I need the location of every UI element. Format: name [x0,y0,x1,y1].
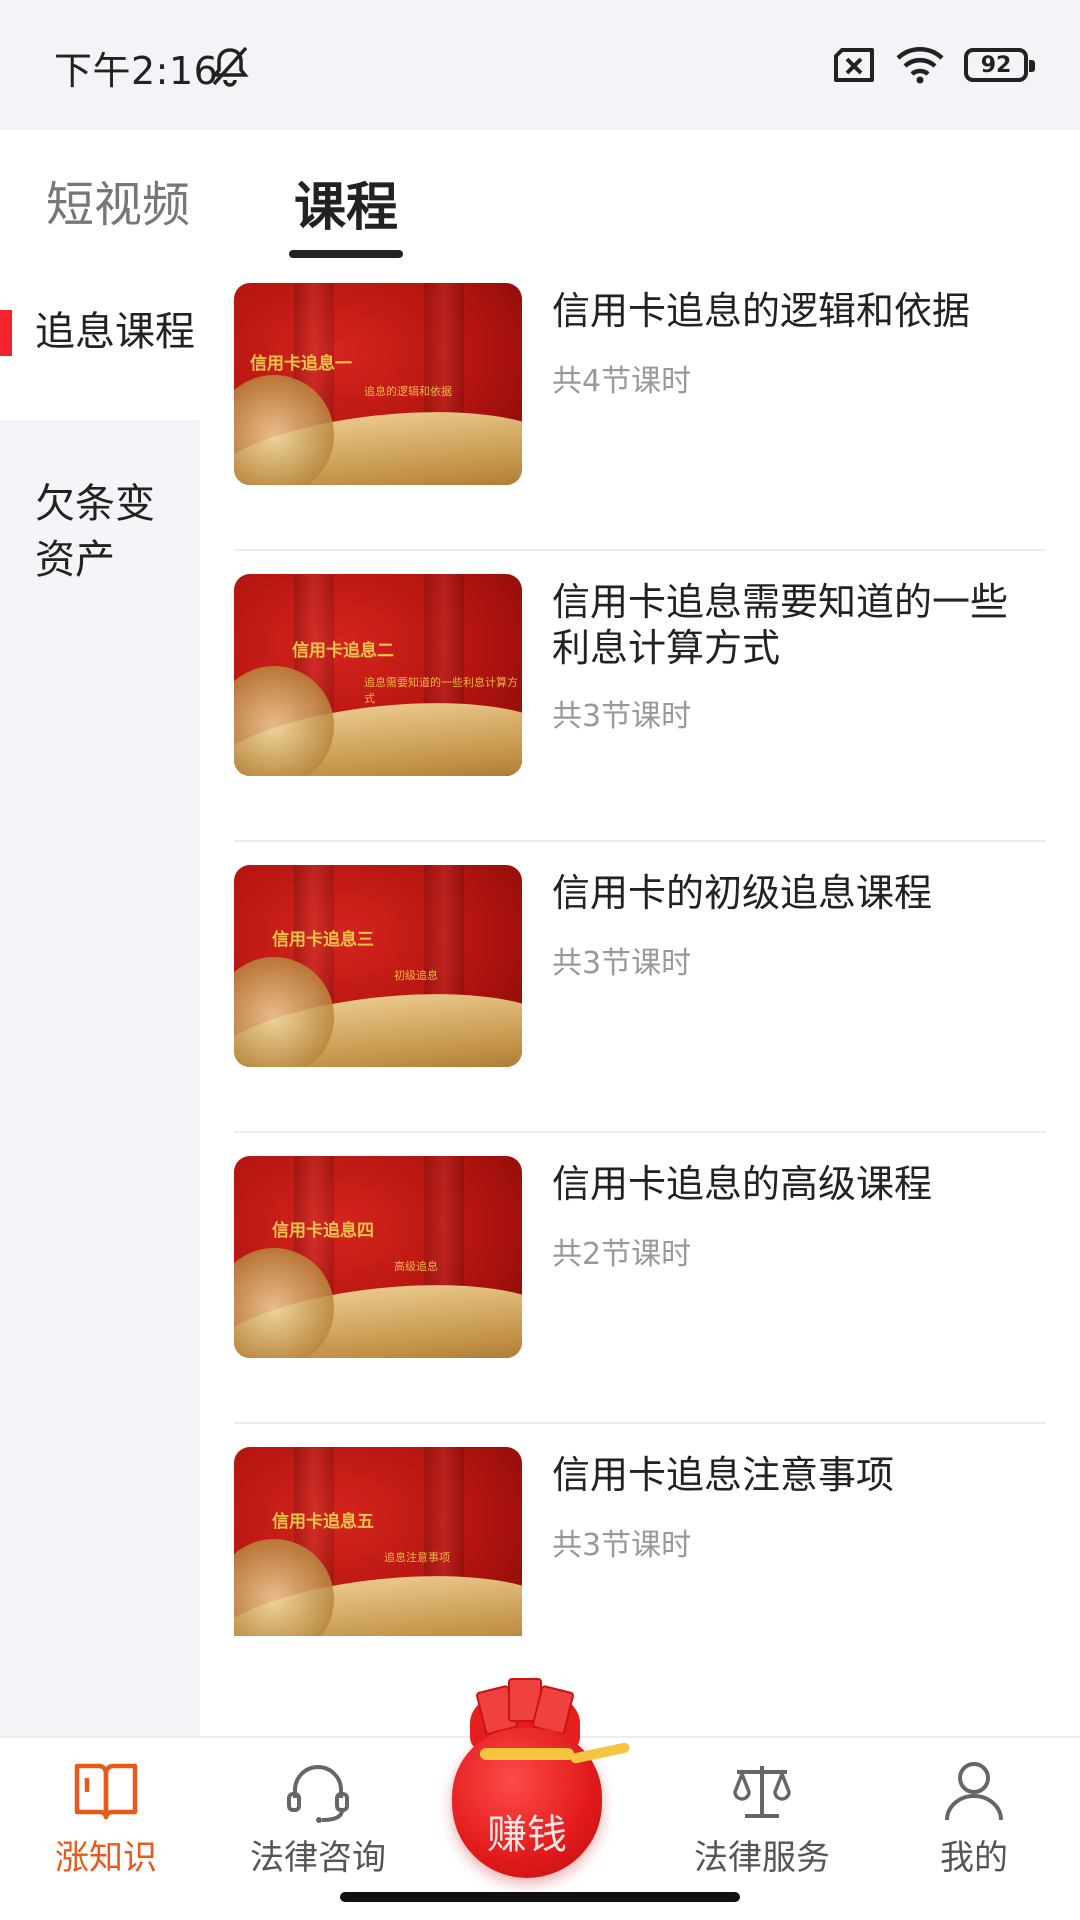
nav-label: 法律服务 [694,1838,830,1878]
earn-money-button[interactable]: 赚钱 [440,1678,640,1898]
thumbnail-subtitle: 初级追息 [394,969,438,982]
course-thumbnail: 信用卡追息三 初级追息 [234,865,522,1067]
course-thumbnail: 信用卡追息二 追息需要知道的一些利息计算方式 [234,574,522,776]
sidebar-item-interest-course[interactable]: 追息课程 [0,260,200,420]
course-lessons: 共3节课时 [552,946,692,981]
thumbnail-title: 信用卡追息五 [272,1512,374,1532]
course-thumbnail: 信用卡追息五 追息注意事项 [234,1447,522,1636]
active-marker [0,310,12,356]
course-item[interactable]: 信用卡追息五 追息注意事项 信用卡追息注意事项 共3节课时 [234,1424,1046,1636]
course-thumbnail: 信用卡追息四 高级追息 [234,1156,522,1358]
thumbnail-title: 信用卡追息二 [292,641,394,661]
sidebar-item-label: 追息课程 [35,309,195,355]
course-lessons: 共4节课时 [552,364,692,399]
sidebar-item-iou-asset[interactable]: 欠条变资产 [0,420,200,600]
nav-label: 我的 [940,1838,1008,1878]
thumbnail-title: 信用卡追息三 [272,930,374,950]
status-time: 下午2:16 [54,49,219,93]
sim-icon [834,48,874,82]
book-icon [74,1763,138,1820]
category-sidebar: 追息课程 欠条变资产 [0,260,200,1736]
nav-legal-service[interactable]: 法律服务 [672,1738,852,1888]
course-lessons: 共3节课时 [552,699,692,734]
thumbnail-subtitle: 追息需要知道的一些利息计算方式 [364,676,518,705]
thumbnail-title: 信用卡追息四 [272,1221,374,1241]
wifi-icon [896,47,944,84]
course-title: 信用卡追息需要知道的一些利息计算方式 [552,580,1009,670]
nav-label: 法律咨询 [250,1838,386,1878]
thumbnail-subtitle: 追息的逻辑和依据 [364,385,452,398]
course-item[interactable]: 信用卡追息三 初级追息 信用卡的初级追息课程 共3节课时 [234,842,1046,1133]
course-lessons: 共2节课时 [552,1237,692,1272]
battery-icon: 92 [964,48,1035,82]
course-title: 信用卡追息的高级课程 [552,1162,933,1206]
course-item[interactable]: 信用卡追息四 高级追息 信用卡追息的高级课程 共2节课时 [234,1133,1046,1424]
tab-short-video[interactable]: 短视频 [46,165,190,235]
nav-mine[interactable]: 我的 [884,1738,1064,1888]
course-item[interactable]: 信用卡追息一 追息的逻辑和依据 信用卡追息的逻辑和依据 共4节课时 [234,260,1046,551]
status-icons: 92 [832,46,1035,84]
scale-icon [733,1766,791,1818]
home-indicator[interactable] [340,1892,740,1902]
thumbnail-title: 信用卡追息一 [250,354,352,374]
nav-legal-consult[interactable]: 法律咨询 [228,1738,408,1888]
battery-level: 92 [980,52,1012,78]
top-tabs: 短视频 课程 [0,130,1080,260]
nav-knowledge[interactable]: 涨知识 [16,1738,196,1888]
course-lessons: 共3节课时 [552,1528,692,1563]
tab-courses[interactable]: 课程 [294,165,398,240]
course-title: 信用卡的初级追息课程 [552,871,933,915]
course-thumbnail: 信用卡追息一 追息的逻辑和依据 [234,283,522,485]
sidebar-item-label: 欠条变资产 [35,481,155,583]
nav-label: 涨知识 [55,1838,157,1878]
mute-icon [211,46,249,87]
thumbnail-subtitle: 追息注意事项 [384,1551,450,1564]
course-title: 信用卡追息注意事项 [552,1453,895,1497]
earn-label: 赚钱 [487,1812,567,1858]
status-bar: 下午2:16 92 [0,0,1080,130]
headset-icon [287,1765,349,1823]
user-icon [945,1762,1003,1821]
course-list: 信用卡追息一 追息的逻辑和依据 信用卡追息的逻辑和依据 共4节课时 信用卡追息二… [234,260,1046,1636]
course-title: 信用卡追息的逻辑和依据 [552,289,971,333]
tab-indicator [289,250,403,258]
thumbnail-subtitle: 高级追息 [394,1260,438,1273]
course-item[interactable]: 信用卡追息二 追息需要知道的一些利息计算方式 信用卡追息需要知道的一些利息计算方… [234,551,1046,842]
